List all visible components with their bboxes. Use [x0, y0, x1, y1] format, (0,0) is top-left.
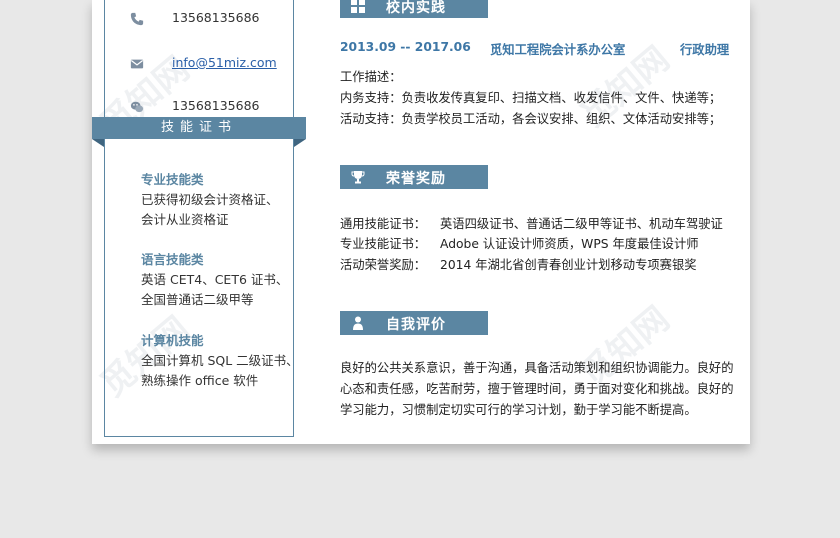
windows-icon — [351, 0, 365, 13]
skill-line: 全国计算机 SQL 二级证书、 — [141, 353, 299, 368]
honor-label: 通用技能证书： — [340, 217, 427, 231]
person-icon — [353, 316, 363, 330]
skill-category: 专业技能类 — [141, 172, 204, 187]
email-link[interactable]: info@51miz.com — [172, 55, 277, 70]
practice-item: 内务支持：负责收发传真复印、扫描文档、收发信件、文件、快递等； — [340, 91, 722, 105]
skill-group: 专业技能类 已获得初级会计资格证、 会计从业资格证 — [141, 170, 311, 230]
honor-label: 专业技能证书： — [340, 237, 427, 251]
practice-role: 行政助理 — [680, 43, 730, 57]
skill-category: 语言技能类 — [141, 252, 204, 267]
section-title: 自我评价 — [386, 317, 446, 333]
practice-desc-label: 工作描述： — [340, 70, 402, 84]
skill-line: 熟练操作 office 软件 — [141, 373, 259, 388]
honor-value: 2014 年湖北省创青春创业计划移动专项赛银奖 — [440, 258, 697, 272]
phone-number: 13568135686 — [172, 10, 260, 25]
honor-label: 活动荣誉奖励： — [340, 258, 427, 272]
self-eval-section-header: 自我评价 — [340, 311, 488, 335]
section-title: 荣誉奖励 — [386, 171, 446, 187]
self-eval-text: 良好的公共关系意识，善于沟通，具备活动策划和组织协调能力。良好的 心态和责任感，… — [340, 358, 745, 421]
wechat-number: 13568135686 — [172, 98, 260, 113]
self-eval-line: 学习能力，习惯制定切实可行的学习计划，勤于学习能不断提高。 — [340, 403, 697, 417]
ribbon-fold — [92, 139, 104, 147]
skills-section-title: 技能证书 — [92, 117, 306, 139]
skill-group: 语言技能类 英语 CET4、CET6 证书、 全国普通话二级甲等 — [141, 250, 311, 310]
practice-section-header: 校内实践 — [340, 0, 488, 18]
skill-line: 全国普通话二级甲等 — [141, 292, 254, 307]
self-eval-line: 良好的公共关系意识，善于沟通，具备活动策划和组织协调能力。良好的 — [340, 361, 734, 375]
section-title: 校内实践 — [386, 0, 446, 16]
left-sidebar: 13568135686 info@51miz.com 13568135686 专… — [104, 0, 299, 437]
chat-icon — [130, 101, 144, 113]
skill-line: 英语 CET4、CET6 证书、 — [141, 272, 289, 287]
honors-section-header: 荣誉奖励 — [340, 165, 488, 189]
skill-category: 计算机技能 — [141, 333, 204, 348]
skill-line: 已获得初级会计资格证、 — [141, 192, 279, 207]
phone-icon — [130, 12, 144, 26]
skill-group: 计算机技能 全国计算机 SQL 二级证书、 熟练操作 office 软件 — [141, 331, 311, 391]
skill-line: 会计从业资格证 — [141, 212, 229, 227]
practice-org: 觅知工程院会计系办公室 — [490, 43, 626, 57]
resume-page: 觅知网 觅知网 觅知网 觅知网 13568135686 info@51miz.c… — [92, 0, 750, 444]
trophy-icon — [351, 171, 365, 184]
ribbon-fold — [294, 139, 306, 147]
honor-value: Adobe 认证设计师资质，WPS 年度最佳设计师 — [440, 237, 699, 251]
honor-value: 英语四级证书、普通话二级甲等证书、机动车驾驶证 — [440, 217, 723, 231]
practice-item: 活动支持：负责学校员工活动，各会议安排、组织、文体活动安排等； — [340, 112, 722, 126]
envelope-icon — [130, 59, 144, 69]
self-eval-line: 心态和责任感，吃苦耐劳，擅于管理时间，勇于面对变化和挑战。良好的 — [340, 382, 734, 396]
practice-period: 2013.09 -- 2017.06 — [340, 40, 471, 54]
